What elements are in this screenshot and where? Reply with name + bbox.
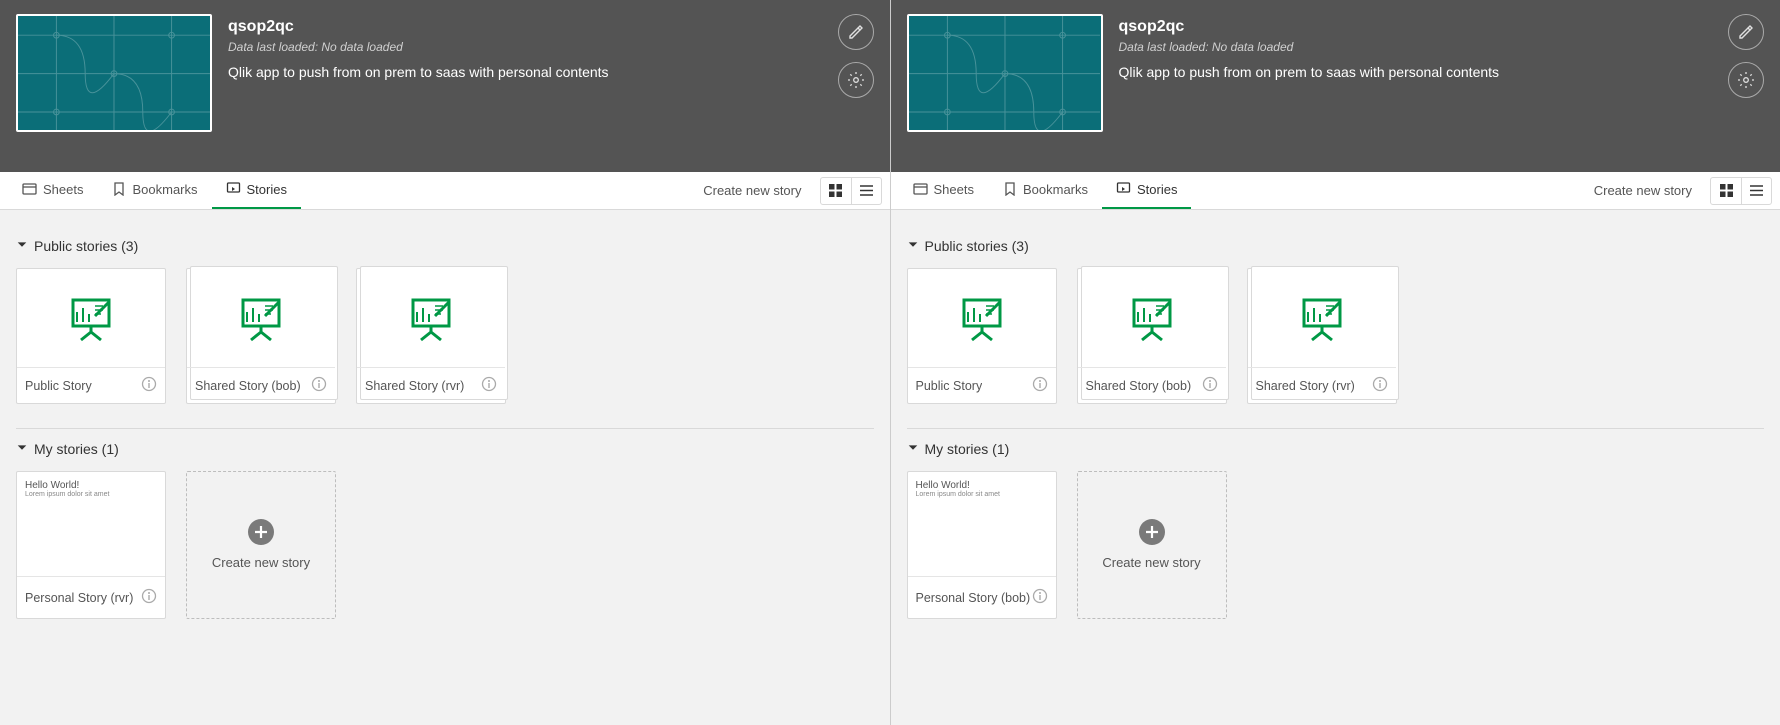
tab-sheets-label: Sheets [934,182,974,197]
info-icon[interactable] [1202,376,1218,395]
app-meta: qsop2qc Data last loaded: No data loaded… [1119,14,1713,132]
app-description: Qlik app to push from on prem to saas wi… [1119,64,1713,80]
pane-right: qsop2qc Data last loaded: No data loaded… [891,0,1780,725]
story-card[interactable]: Hello World! Lorem ipsum dolor sit amet … [16,471,166,619]
story-card-label: Shared Story (rvr) [1256,379,1355,393]
caret-down-icon [16,441,28,457]
tab-bar: Sheets Bookmarks Stories Create new stor… [0,172,890,210]
create-story-card[interactable]: Create new story [186,471,336,619]
story-card[interactable]: Shared Story (bob) [186,268,336,404]
section-public-stories[interactable]: Public stories (3) [907,238,1765,254]
story-card[interactable]: Public Story [16,268,166,404]
story-icon [1116,181,1131,199]
app-data-status: Data last loaded: No data loaded [228,40,822,54]
view-toggle [1710,177,1772,205]
tab-stories[interactable]: Stories [1102,172,1191,209]
story-card[interactable]: Hello World! Lorem ipsum dolor sit amet … [907,471,1057,619]
app-title: qsop2qc [228,18,822,36]
section-my-stories[interactable]: My stories (1) [907,441,1765,457]
app-description: Qlik app to push from on prem to saas wi… [228,64,822,80]
plus-icon [248,519,274,545]
tab-bookmarks[interactable]: Bookmarks [97,172,211,209]
create-story-card-label: Create new story [1090,555,1212,572]
info-icon[interactable] [311,376,327,395]
story-preview-text: Hello World! [916,480,1000,491]
info-icon[interactable] [481,376,497,395]
pane-left: qsop2qc Data last loaded: No data loaded… [0,0,891,725]
section-public-stories[interactable]: Public stories (3) [16,238,874,254]
create-story-link[interactable]: Create new story [689,183,815,198]
app-header: qsop2qc Data last loaded: No data loaded… [891,0,1780,172]
sheet-icon [22,181,37,199]
info-icon[interactable] [141,376,157,395]
create-story-card[interactable]: Create new story [1077,471,1227,619]
view-toggle [820,177,882,205]
content-area: Public stories (3) Public Story Shared S… [0,210,890,635]
grid-view-button[interactable] [1711,178,1741,204]
section-public-title: Public stories (3) [34,238,138,254]
plus-icon [1139,519,1165,545]
app-thumbnail [16,14,212,132]
content-area: Public stories (3) Public Story Shared S… [891,210,1780,635]
section-mine-title: My stories (1) [34,441,119,457]
sheet-icon [913,181,928,199]
settings-button[interactable] [1728,62,1764,98]
story-card-label: Public Story [916,379,983,393]
app-data-status: Data last loaded: No data loaded [1119,40,1713,54]
story-card[interactable]: Shared Story (rvr) [1247,268,1397,404]
story-card-label: Personal Story (bob) [916,591,1031,605]
app-header: qsop2qc Data last loaded: No data loaded… [0,0,890,172]
caret-down-icon [907,238,919,254]
bookmark-icon [111,181,126,199]
info-icon[interactable] [1372,376,1388,395]
tab-stories[interactable]: Stories [212,172,301,209]
app-thumbnail [907,14,1103,132]
settings-button[interactable] [838,62,874,98]
edit-button[interactable] [1728,14,1764,50]
story-card-label: Shared Story (rvr) [365,379,464,393]
caret-down-icon [907,441,919,457]
story-card[interactable]: Public Story [907,268,1057,404]
story-card-label: Public Story [25,379,92,393]
info-icon[interactable] [1032,376,1048,395]
tab-stories-label: Stories [1137,182,1177,197]
story-card-label: Shared Story (bob) [1086,379,1192,393]
tab-bookmarks[interactable]: Bookmarks [988,172,1102,209]
section-my-stories[interactable]: My stories (1) [16,441,874,457]
edit-button[interactable] [838,14,874,50]
tab-bookmarks-label: Bookmarks [132,182,197,197]
caret-down-icon [16,238,28,254]
tab-sheets-label: Sheets [43,182,83,197]
tab-sheets[interactable]: Sheets [8,172,97,209]
list-view-button[interactable] [851,178,881,204]
grid-view-button[interactable] [821,178,851,204]
section-public-title: Public stories (3) [925,238,1029,254]
story-card-label: Personal Story (rvr) [25,591,133,605]
list-view-button[interactable] [1741,178,1771,204]
app-meta: qsop2qc Data last loaded: No data loaded… [228,14,822,132]
tab-sheets[interactable]: Sheets [899,172,988,209]
app-title: qsop2qc [1119,18,1713,36]
bookmark-icon [1002,181,1017,199]
info-icon[interactable] [1032,588,1048,607]
tab-bar: Sheets Bookmarks Stories Create new stor… [891,172,1780,210]
tab-stories-label: Stories [247,182,287,197]
create-story-link[interactable]: Create new story [1580,183,1706,198]
story-card[interactable]: Shared Story (rvr) [356,268,506,404]
section-mine-title: My stories (1) [925,441,1010,457]
story-card-label: Shared Story (bob) [195,379,301,393]
info-icon[interactable] [141,588,157,607]
story-icon [226,181,241,199]
story-preview-text: Hello World! [25,480,109,491]
create-story-card-label: Create new story [200,555,322,572]
tab-bookmarks-label: Bookmarks [1023,182,1088,197]
story-card[interactable]: Shared Story (bob) [1077,268,1227,404]
